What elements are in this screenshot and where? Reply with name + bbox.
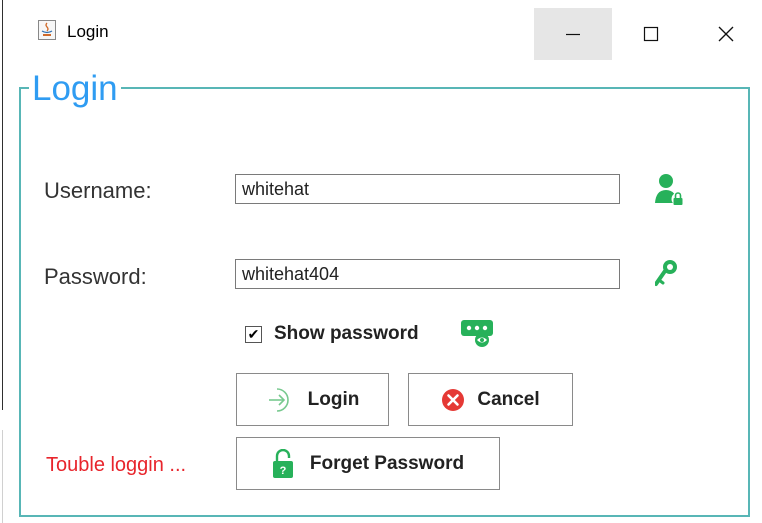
key-icon	[654, 258, 681, 293]
maximize-button[interactable]	[612, 8, 690, 60]
cancel-x-icon	[441, 388, 465, 412]
minimize-button[interactable]	[534, 8, 612, 60]
cancel-button-label: Cancel	[477, 388, 540, 410]
java-cup-icon	[38, 20, 56, 40]
login-button-label: Login	[307, 388, 360, 410]
username-label: Username:	[44, 178, 152, 203]
login-button[interactable]: Login	[236, 373, 389, 426]
password-label: Password:	[44, 264, 147, 289]
user-lock-icon	[655, 173, 685, 212]
show-password-checkbox[interactable]: ✔	[245, 326, 262, 343]
close-button[interactable]	[690, 8, 762, 60]
enter-icon	[266, 385, 296, 415]
edge-line-lower	[2, 430, 3, 523]
forget-password-label: Forget Password	[309, 452, 465, 474]
trouble-login-link[interactable]: Touble loggin ...	[46, 454, 186, 477]
group-title: Login	[29, 68, 121, 110]
edge-line	[2, 0, 3, 410]
show-password-label[interactable]: Show password	[274, 323, 419, 345]
minimize-icon	[566, 33, 580, 36]
title-bar[interactable]: Login	[4, 0, 762, 64]
close-icon	[718, 26, 734, 42]
window-content: Login Username: Password: ✔ Show passwor…	[4, 64, 762, 523]
eye-toggle-icon[interactable]	[461, 320, 493, 353]
cancel-button[interactable]: Cancel	[408, 373, 573, 426]
maximize-icon	[643, 26, 659, 42]
password-input[interactable]	[235, 259, 620, 289]
svg-text:?: ?	[280, 465, 287, 477]
forget-password-button[interactable]: ? Forget Password	[236, 437, 500, 490]
window-title: Login	[67, 22, 109, 41]
username-input[interactable]	[235, 174, 620, 204]
padlock-icon: ?	[272, 448, 294, 479]
